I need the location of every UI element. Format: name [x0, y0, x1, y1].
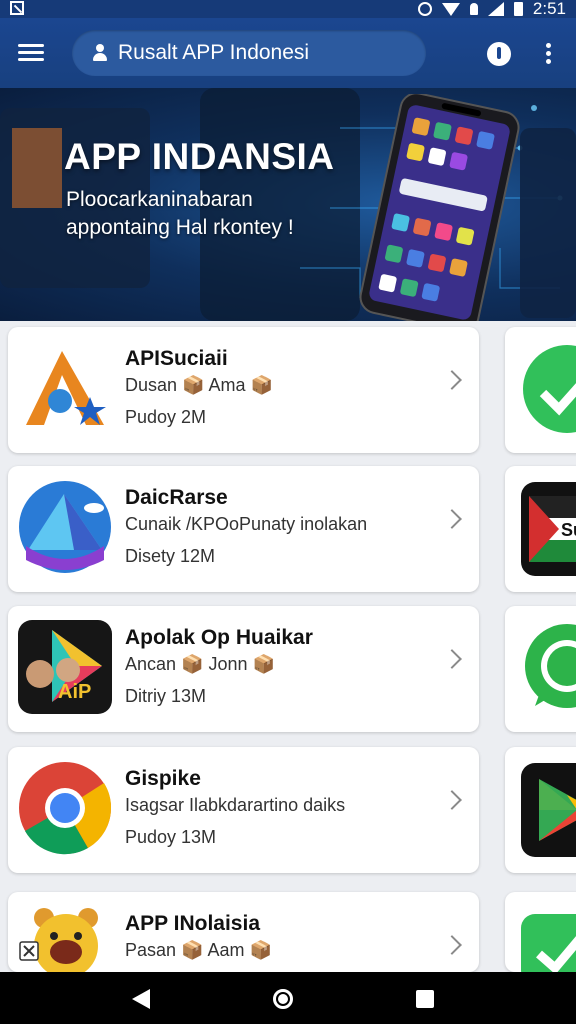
- app-subtitle: Dusan 📦 Ama 📦: [125, 375, 273, 395]
- green-check-icon: [521, 914, 576, 972]
- mountain-icon: [19, 481, 111, 573]
- app-title: Rusalt APP Indonesi: [118, 41, 310, 64]
- status-icons: 2:51: [417, 0, 566, 19]
- arrow-star-icon: [18, 341, 112, 435]
- app-size: Disety 12M: [125, 546, 216, 566]
- more-vert-icon[interactable]: [542, 42, 554, 66]
- bell-icon: [469, 3, 478, 15]
- back-icon[interactable]: [132, 989, 150, 1009]
- app-size: Pudoy 2M: [125, 407, 207, 427]
- notification-icon: [10, 1, 24, 15]
- chevron-right-icon: [442, 370, 462, 390]
- app-bar: Rusalt APP Indonesi: [0, 18, 576, 88]
- chevron-right-icon: [442, 509, 462, 529]
- phone-illustration: [359, 94, 520, 321]
- status-time: 2:51: [532, 0, 566, 18]
- app-title: Apolak Op Huaikar: [125, 626, 313, 649]
- app-list-item[interactable]: AiP Apolak Op Huaikar Ancan 📦 Jonn 📦 Dit…: [8, 606, 479, 732]
- app-size: Ditriy 13M: [125, 686, 207, 706]
- hero-title: APP INDANSIA: [64, 136, 335, 177]
- hero-subtitle-line-1: Ploocarkaninabaran: [66, 188, 253, 211]
- green-chat-icon: [525, 624, 576, 708]
- svg-text:AiP: AiP: [58, 681, 91, 703]
- sync-icon: [417, 2, 432, 16]
- app-title: Gispike: [125, 767, 201, 790]
- app-list-item[interactable]: APP INolaisia Pasan 📦 Aam 📦: [8, 892, 479, 972]
- app-title: APISuciaii: [125, 347, 228, 370]
- user-icon: [92, 44, 108, 62]
- app-title: DaicRarse: [125, 486, 228, 509]
- chrome-icon: [19, 762, 112, 855]
- chevron-right-icon: [442, 649, 462, 669]
- bear-mascot-icon: [19, 908, 98, 972]
- play-aip-icon: AiP: [18, 620, 112, 714]
- svg-text:Su: Su: [561, 520, 576, 540]
- app-title-pill[interactable]: Rusalt APP Indonesi: [72, 30, 426, 76]
- hero-subtitle-line-2: appontaing Hal rkontey !: [66, 216, 294, 239]
- power-icon[interactable]: [487, 42, 511, 66]
- app-title: APP INolaisia: [125, 912, 261, 935]
- play-store-icon: [521, 763, 576, 857]
- side-app-card[interactable]: Su: [505, 466, 576, 592]
- app-size: Pudoy 13M: [125, 827, 217, 847]
- app-list-item[interactable]: APISuciaii Dusan 📦 Ama 📦 Pudoy 2M: [8, 327, 479, 453]
- green-check-icon: [523, 345, 576, 433]
- app-subtitle: Isagsar Ilabkdarartino daiks: [125, 795, 346, 815]
- recents-icon[interactable]: [416, 990, 434, 1008]
- app-list-item[interactable]: Gispike Isagsar Ilabkdarartino daiks Pud…: [8, 747, 479, 873]
- signal-icon: [487, 2, 504, 16]
- flag-app-icon: Su: [521, 482, 576, 576]
- wifi-icon: [441, 2, 460, 16]
- system-nav-bar: [0, 972, 576, 1024]
- side-app-card[interactable]: [505, 747, 576, 873]
- app-subtitle: Pasan 📦 Aam 📦: [125, 940, 272, 960]
- app-subtitle: Cunaik /KPOoPunaty inolakan: [125, 514, 368, 534]
- app-subtitle: Ancan 📦 Jonn 📦: [125, 654, 275, 674]
- status-bar: 2:51: [0, 0, 576, 18]
- hero-banner[interactable]: APP INDANSIA Ploocarkaninabaran appontai…: [0, 88, 576, 321]
- menu-icon[interactable]: [18, 42, 44, 62]
- chevron-right-icon: [442, 790, 462, 810]
- chevron-right-icon: [442, 935, 462, 955]
- home-icon[interactable]: [273, 989, 293, 1009]
- battery-icon: [513, 2, 523, 16]
- side-app-card[interactable]: [505, 327, 576, 453]
- app-list-item[interactable]: DaicRarse Cunaik /KPOoPunaty inolakan Di…: [8, 466, 479, 592]
- side-app-card[interactable]: [505, 892, 576, 972]
- hero-subtitle: Ploocarkaninabaran appontaing Hal rkonte…: [66, 186, 366, 242]
- side-app-card[interactable]: [505, 606, 576, 732]
